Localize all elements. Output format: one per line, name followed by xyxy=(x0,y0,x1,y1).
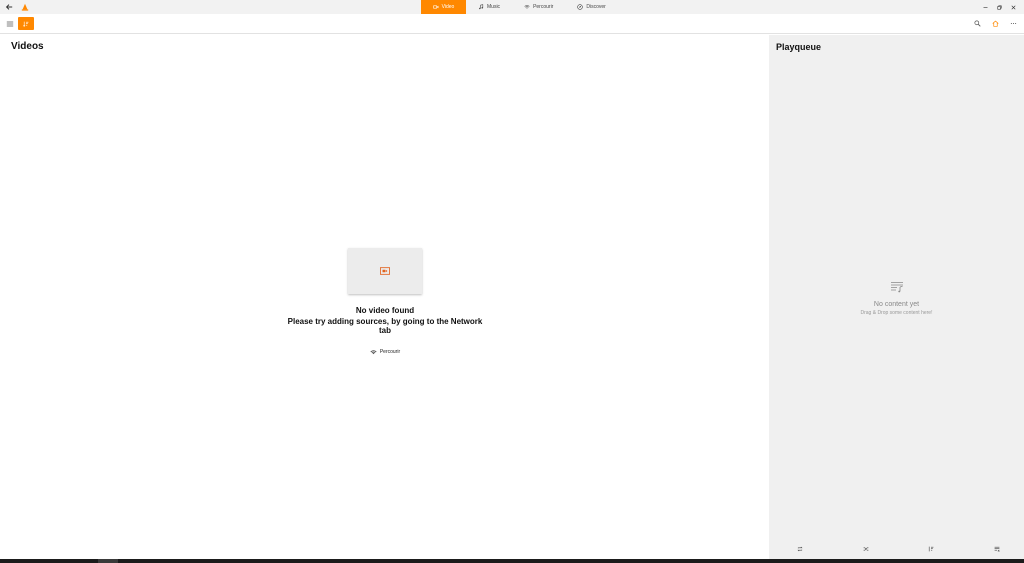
videos-panel: Videos No video found Please try adding … xyxy=(0,35,769,559)
playqueue-empty-title: No content yet xyxy=(873,301,920,308)
main-tabs: Video Music Percourir Discover xyxy=(421,0,618,14)
more-options-icon[interactable] xyxy=(1008,18,1018,28)
playqueue-empty-state: No content yet Drag & Drop some content … xyxy=(769,280,1024,316)
playqueue-title: Playqueue xyxy=(776,42,822,52)
taskbar-item[interactable] xyxy=(98,559,118,563)
title-bar: Video Music Percourir Discover xyxy=(0,0,1024,14)
playqueue-empty-subtitle: Drag & Drop some content here! xyxy=(860,310,933,316)
playqueue-panel: Playqueue No content yet Drag & Drop som… xyxy=(769,35,1024,559)
playlist-music-icon xyxy=(890,282,903,293)
sort-button[interactable] xyxy=(18,17,34,30)
minimize-icon[interactable] xyxy=(978,0,992,14)
tab-discover[interactable]: Discover xyxy=(565,0,617,14)
compass-icon xyxy=(577,4,584,10)
app-window: Video Music Percourir Discover Videos No… xyxy=(0,0,1024,563)
home-icon[interactable] xyxy=(990,18,1000,28)
network-icon xyxy=(370,349,377,354)
tab-music[interactable]: Music xyxy=(466,0,512,14)
page-title: Videos xyxy=(11,41,44,52)
tab-video[interactable]: Video xyxy=(421,0,466,14)
search-icon[interactable] xyxy=(972,18,982,28)
sort-queue-icon[interactable] xyxy=(926,544,936,554)
title-bar-left xyxy=(4,1,30,13)
sort-icon xyxy=(23,21,29,27)
go-to-network-label: Percourir xyxy=(379,349,401,355)
video-placeholder-card xyxy=(348,248,422,294)
back-arrow-icon[interactable] xyxy=(4,2,14,12)
video-icon xyxy=(432,5,439,9)
window-controls xyxy=(978,0,1020,14)
clear-queue-icon[interactable] xyxy=(992,544,1002,554)
music-icon xyxy=(479,4,484,10)
tab-music-label: Music xyxy=(487,4,501,10)
tab-discover-label: Discover xyxy=(586,4,606,10)
go-to-network-button[interactable]: Percourir xyxy=(370,349,400,355)
empty-state: No video found Please try adding sources… xyxy=(284,248,486,360)
empty-title: No video found xyxy=(355,306,415,315)
tab-video-label: Video xyxy=(441,4,455,10)
toolbar-right xyxy=(972,18,1018,28)
restore-icon[interactable] xyxy=(992,0,1006,14)
video-placeholder-icon xyxy=(380,267,390,275)
vlc-cone-icon xyxy=(20,2,30,12)
close-icon[interactable] xyxy=(1006,0,1020,14)
tab-network-label: Percourir xyxy=(533,4,554,10)
toolbar xyxy=(0,14,1024,34)
hamburger-menu-icon[interactable] xyxy=(5,19,15,29)
network-icon xyxy=(524,5,530,9)
empty-subtitle: Please try adding sources, by going to t… xyxy=(287,317,483,335)
repeat-icon[interactable] xyxy=(795,544,805,554)
playqueue-controls xyxy=(769,544,1024,554)
tab-network[interactable]: Percourir xyxy=(512,0,565,14)
os-taskbar xyxy=(0,559,1024,563)
shuffle-icon[interactable] xyxy=(861,544,871,554)
